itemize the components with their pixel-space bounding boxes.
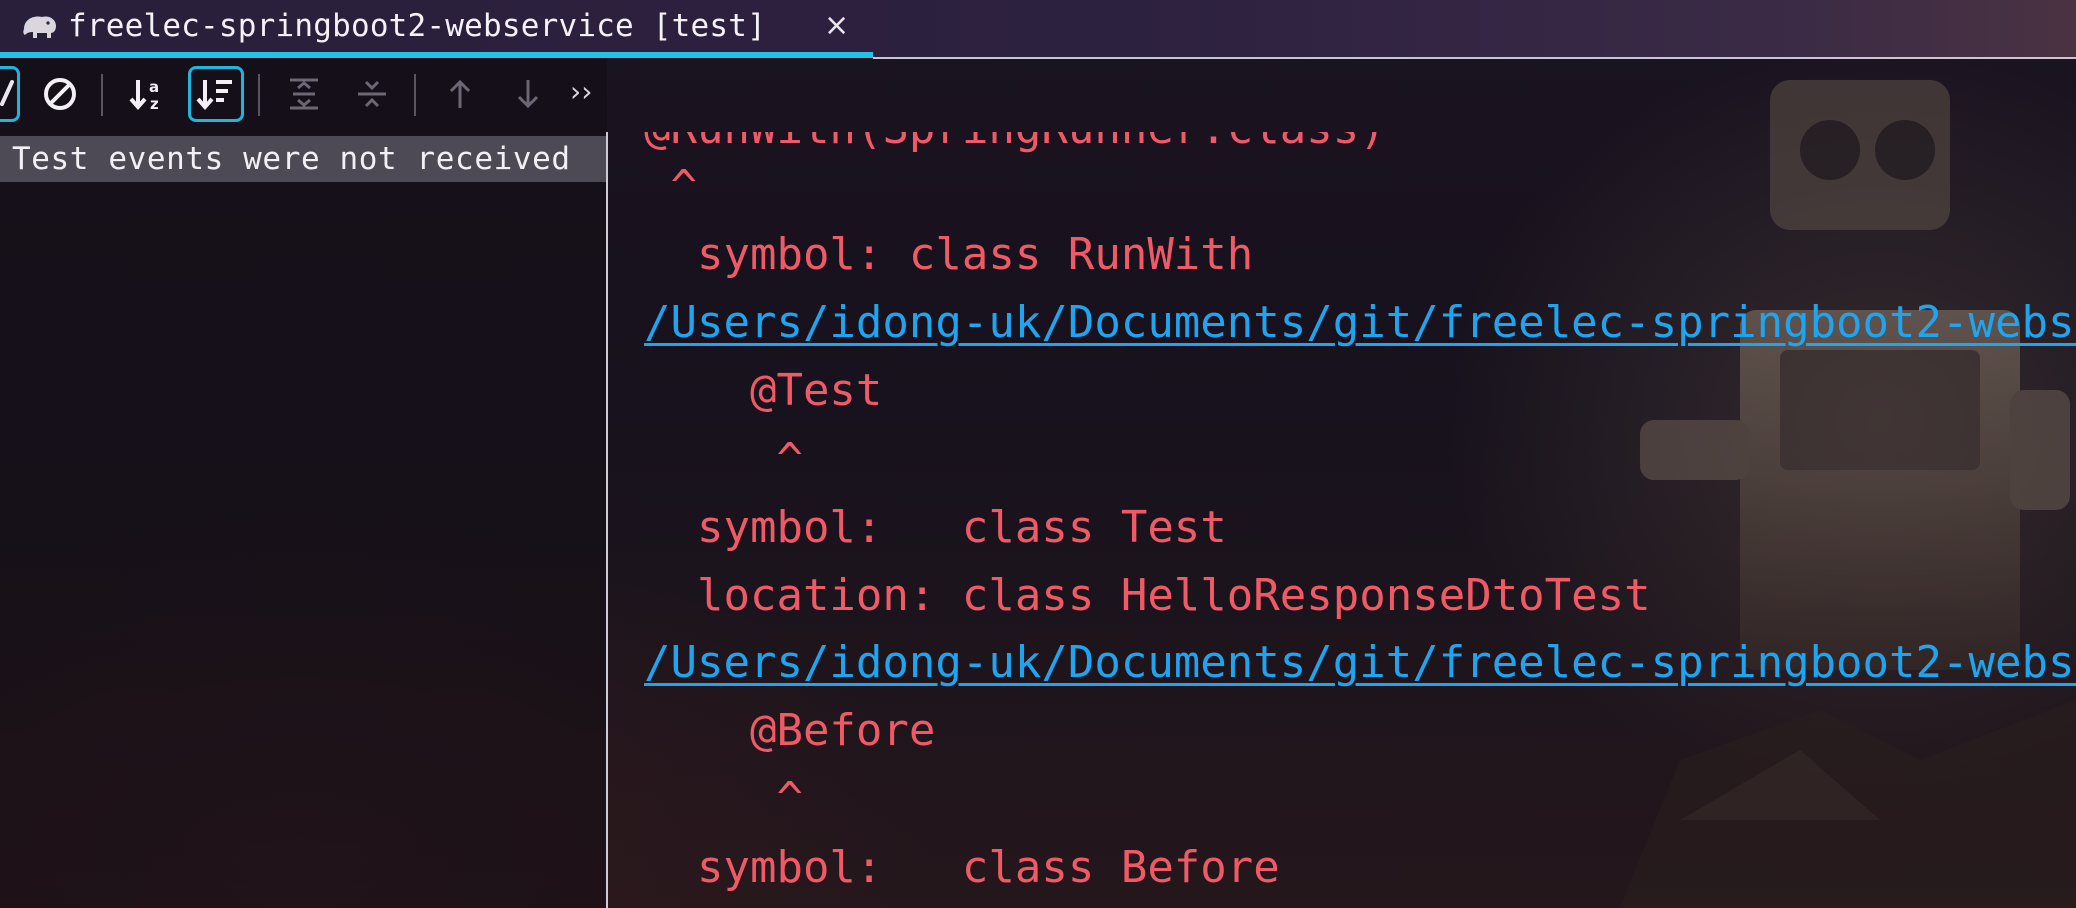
ide-run-window: freelec-springboot2-webservice [test] ×	[0, 0, 2076, 908]
show-ignored-icon	[44, 78, 76, 110]
gradle-elephant-icon	[23, 16, 56, 38]
arrow-up-icon	[449, 79, 471, 108]
sort-by-duration-icon	[196, 80, 232, 111]
console-line: ^	[644, 434, 803, 485]
next-failed-test-button[interactable]	[500, 66, 556, 122]
collapse-all-button[interactable]	[344, 66, 400, 122]
test-tree-row-selected[interactable]: Test events were not received	[0, 136, 606, 182]
console-line: symbol: class Before	[644, 842, 1280, 893]
sort-by-duration-button[interactable]	[188, 66, 244, 122]
sort-alphabetically-icon: a z	[129, 78, 159, 113]
console-line: symbol: class Test	[644, 502, 1227, 553]
close-icon[interactable]: ×	[824, 8, 849, 44]
show-ignored-button[interactable]	[32, 66, 88, 122]
expand-all-button[interactable]	[276, 66, 332, 122]
toolbar-separator	[258, 74, 260, 116]
console-line: @RunWith(SpringRunner.class)	[644, 132, 1386, 157]
run-tab-title: freelec-springboot2-webservice [test]	[68, 8, 766, 44]
console-file-link[interactable]: /Users/idong-uk/Documents/git/freelec-sp…	[644, 295, 2076, 351]
console-line: ^	[644, 773, 803, 824]
console-line: symbol: class RunWith	[644, 229, 1254, 280]
console-line: @Test	[644, 365, 883, 416]
expand-all-icon	[290, 78, 318, 110]
sort-alphabetically-button[interactable]: a z	[120, 66, 176, 122]
test-tree-row-label: Test events were not received	[12, 141, 571, 177]
svg-text:z: z	[150, 95, 159, 113]
show-passed-toggle-border	[0, 66, 20, 122]
tab-bar-divider	[873, 57, 2076, 59]
console-line: @Before	[644, 705, 936, 756]
console-line: location: class HelloResponseDtoTest	[644, 570, 1651, 621]
arrow-down-icon	[517, 80, 539, 109]
previous-failed-test-button[interactable]	[432, 66, 488, 122]
more-actions-chevron-icon[interactable]: ››	[570, 74, 592, 110]
console-line: ^	[644, 161, 697, 212]
run-tab-bar: freelec-springboot2-webservice [test] ×	[0, 0, 2076, 59]
toolbar-separator	[414, 74, 416, 116]
toolbar-separator	[101, 74, 103, 116]
collapse-all-icon	[358, 80, 386, 108]
test-tree-panel: Test events were not received	[0, 132, 606, 908]
console-output[interactable]: @RunWith(SpringRunner.class) ^ symbol: c…	[608, 132, 2076, 908]
svg-text:a: a	[149, 78, 159, 96]
run-tab[interactable]: freelec-springboot2-webservice [test] ×	[0, 0, 873, 58]
test-runner-toolbar: a z ››	[0, 58, 607, 132]
console-file-link[interactable]: /Users/idong-uk/Documents/git/freelec-sp…	[644, 635, 2076, 691]
